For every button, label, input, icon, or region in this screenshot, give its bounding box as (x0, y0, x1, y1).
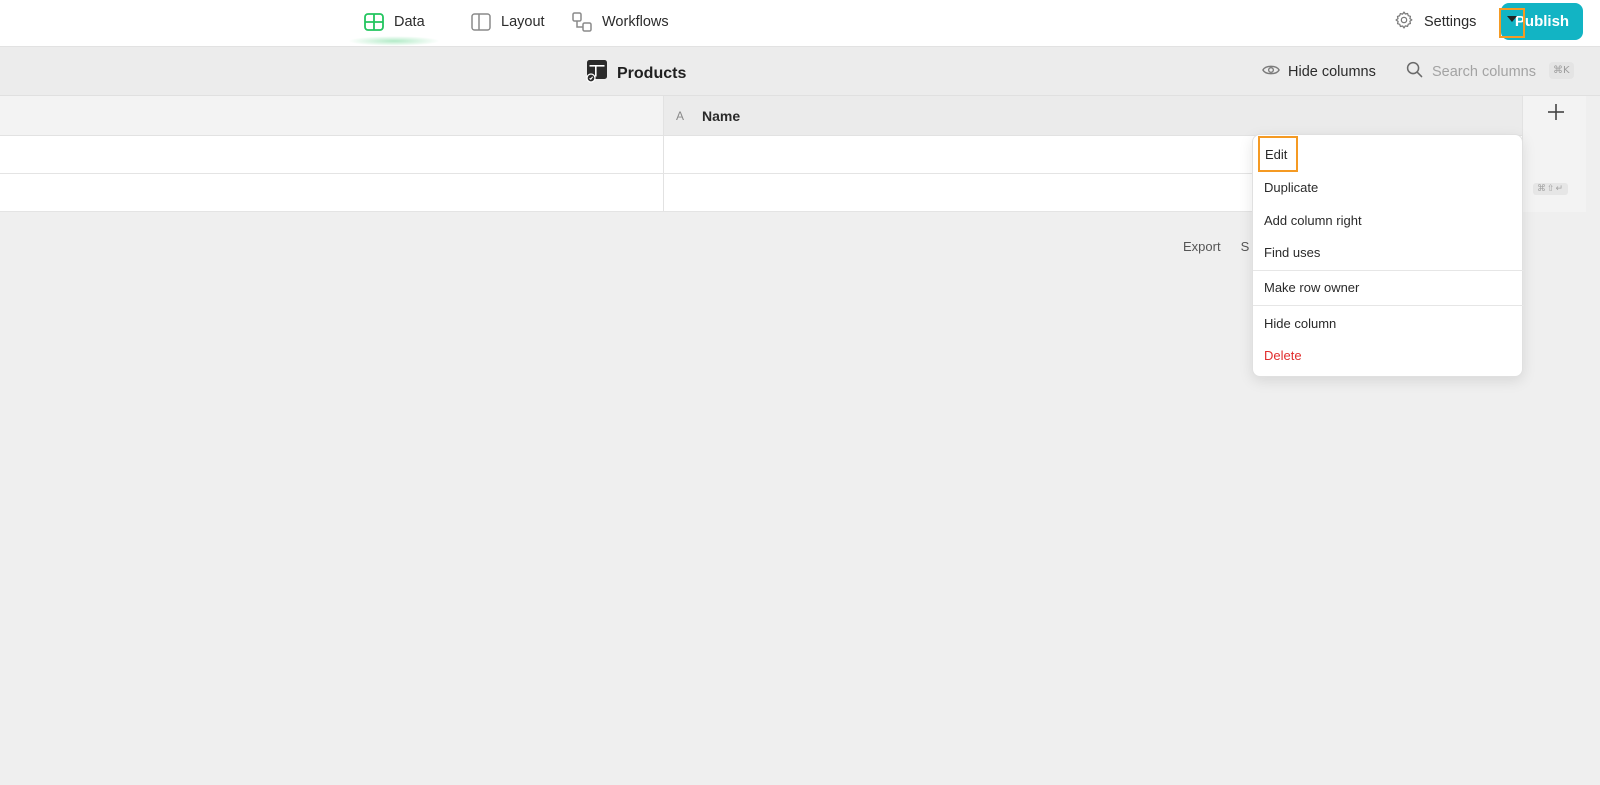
search-icon (1406, 61, 1423, 83)
hide-columns-button[interactable]: Hide columns (1262, 47, 1376, 96)
tab-layout[interactable]: Layout (471, 0, 545, 44)
add-row-shortcut: ⌘⇧↵ (1533, 183, 1569, 195)
tab-data[interactable]: Data (348, 0, 440, 46)
search-columns-input[interactable] (1432, 63, 1550, 80)
add-column-button[interactable] (1543, 101, 1569, 127)
menu-item-edit[interactable]: Edit (1258, 136, 1298, 172)
table-cell[interactable] (0, 174, 664, 211)
tab-layout-label: Layout (501, 14, 545, 30)
menu-item-delete[interactable]: Delete (1264, 342, 1302, 368)
workflows-icon (572, 12, 592, 32)
layout-icon (471, 13, 491, 31)
menu-item-add-column-right[interactable]: Add column right (1264, 207, 1362, 233)
table-footer: Export S (1183, 239, 1249, 254)
menu-divider (1253, 270, 1524, 271)
search-columns[interactable] (1406, 47, 1550, 96)
search-shortcut: ⌘K (1549, 62, 1574, 79)
table-cell[interactable] (0, 136, 664, 173)
settings-button[interactable]: Settings (1394, 0, 1476, 44)
add-column-area: ⌘⇧↵ (1522, 96, 1586, 212)
eye-icon (1262, 63, 1280, 81)
export-link[interactable]: Export (1183, 239, 1221, 254)
tab-workflows[interactable]: Workflows (572, 0, 669, 44)
column-header-label: Name (702, 107, 741, 124)
menu-item-find-uses[interactable]: Find uses (1264, 239, 1320, 265)
text-type-icon: A (676, 108, 685, 123)
top-nav: Data Layout Workflows Settings Publish (0, 0, 1600, 47)
gear-icon (1394, 10, 1414, 34)
table-icon (364, 13, 384, 31)
plus-icon (1547, 103, 1565, 126)
column-header-name[interactable]: A Name (664, 96, 1522, 136)
table-source-icon (586, 59, 608, 88)
menu-divider (1253, 305, 1524, 306)
menu-item-make-row-owner[interactable]: Make row owner (1264, 274, 1359, 300)
column-menu: Edit Duplicate Add column right Find use… (1252, 134, 1524, 377)
menu-item-duplicate[interactable]: Duplicate (1264, 174, 1318, 200)
menu-item-hide-column[interactable]: Hide column (1264, 310, 1336, 336)
tab-data-label: Data (394, 14, 425, 30)
footer-link[interactable]: S (1241, 239, 1250, 254)
settings-label: Settings (1424, 14, 1477, 30)
hide-columns-label: Hide columns (1288, 63, 1376, 80)
table-toolbar: Products Hide columns ⌘K (0, 47, 1600, 96)
tab-workflows-label: Workflows (602, 14, 669, 30)
caret-down-icon (1507, 16, 1517, 22)
column-header-row-id[interactable] (0, 96, 664, 136)
table-title-label: Products (617, 64, 687, 82)
active-tab-indicator (348, 36, 440, 46)
column-dropdown-button[interactable] (1499, 8, 1525, 38)
table-title: Products (586, 59, 686, 88)
